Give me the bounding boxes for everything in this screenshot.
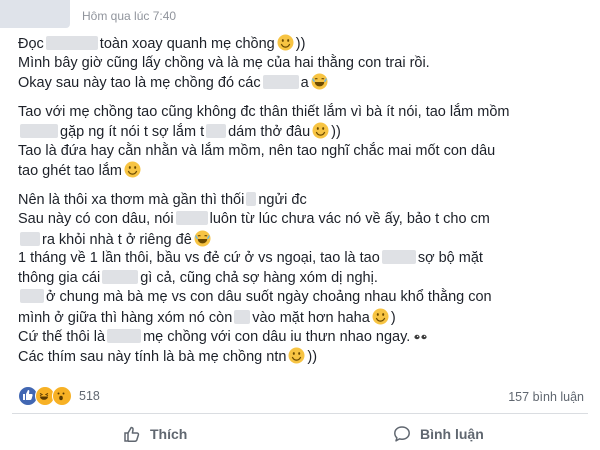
post-line: Tao với mẹ chồng tao cũng không đc thân … — [18, 103, 588, 123]
redacted-word — [246, 191, 257, 206]
post-line: gặp ng ít nói t sợ lắm t dám thở đâu)) — [18, 122, 588, 142]
post-text: ngửi đc — [258, 191, 307, 208]
post-line: ở chung mà bà mẹ vs con dâu suốt ngày ch… — [18, 288, 588, 308]
post-text: )) — [295, 36, 306, 52]
post-text: Sau này có con dâu, nói — [18, 211, 174, 227]
action-divider — [12, 413, 588, 414]
redacted-word — [102, 269, 139, 284]
post-actions: Thích Bình luận — [0, 416, 600, 450]
post-paragraph: Tao với mẹ chồng tao cũng không đc thân … — [18, 103, 588, 181]
post-text: )) — [307, 348, 318, 365]
redacted-word — [262, 75, 299, 89]
comment-count[interactable]: 157 bình luận — [508, 390, 584, 404]
post-text: tao ghét tao lắm — [18, 163, 122, 179]
redacted-word — [206, 124, 227, 138]
post-text: ra khỏi nhà t ở riêng đê — [42, 231, 192, 248]
post-text: toàn xoay quanh mẹ chồng — [99, 36, 275, 52]
post-text: Tao với mẹ chồng tao cũng không đc thân … — [18, 103, 510, 120]
post-line: mình ở giữa thì hàng xóm nó còn vào mặt h… — [18, 308, 588, 328]
redacted-word — [381, 250, 416, 264]
redacted-word — [20, 231, 40, 246]
eyes-emoji-icon — [412, 327, 429, 351]
post-text: Okay sau này tao là mẹ chồng đó các — [18, 75, 261, 91]
comment-bubble-icon — [394, 426, 410, 442]
comment-label: Bình luận — [420, 426, 484, 442]
like-label: Thích — [150, 426, 188, 442]
post-text: mình ở giữa thì hàng xóm nó còn — [18, 309, 233, 326]
post-paragraph: Đọc toàn xoay quanh mẹ chồng)) Mình bây gi… — [18, 34, 588, 93]
post-line: Cứ thế thôi là mẹ chồng với con dâu iu th… — [18, 327, 588, 347]
post-text: mẹ chồng với con dâu iu thưn nhao ngay. — [143, 329, 411, 345]
post-body: Đọc toàn xoay quanh mẹ chồng)) Mình bây gi… — [18, 34, 588, 376]
laugh-emoji-icon — [311, 73, 328, 97]
reactions-summary[interactable]: 518 — [18, 386, 100, 406]
post-text: Các thím sau này tính là bà mẹ chồng ntn — [18, 348, 287, 365]
post-text: gì cả, cũng chả sợ hàng xóm dị nghị. — [140, 269, 378, 286]
post-text: luôn từ lúc chưa vác nó về ấy, bảo t cho… — [209, 211, 490, 227]
post-line: Okay sau này tao là mẹ chồng đó các a — [18, 73, 588, 93]
post-text: ) — [390, 309, 396, 326]
thumbs-up-icon — [124, 426, 140, 442]
post-text: gặp ng ít nói t sợ lắm t — [60, 124, 205, 140]
redacted-word — [107, 329, 142, 343]
post-text: dám thở đâu — [228, 124, 311, 140]
wow-reaction-icon — [52, 386, 72, 406]
post-text: Mình bây giờ cũng lấy chồng và là mẹ của… — [18, 54, 430, 71]
post-line: 1 tháng về 1 lần thôi, bầu vs đẻ cứ ở vs… — [18, 249, 588, 269]
like-button[interactable]: Thích — [122, 420, 187, 448]
redacted-word — [234, 309, 251, 324]
smile-emoji-icon — [124, 161, 141, 185]
smile-emoji-icon — [288, 347, 305, 371]
post-text: Đọc — [18, 36, 44, 52]
post-text: )) — [331, 124, 341, 140]
post-text: sợ bộ mặt — [417, 250, 483, 266]
post-line: thông gia cái gì cả, cũng chả sợ hàng xóm… — [18, 269, 588, 289]
post-text: Cứ thế thôi là — [18, 329, 106, 345]
post-line: Các thím sau này tính là bà mẹ chồng ntn… — [18, 347, 588, 367]
post-header: Hôm qua lúc 7:40 — [0, 0, 600, 34]
post-text: 1 tháng về 1 lần thôi, bầu vs đẻ cứ ở vs… — [18, 250, 380, 266]
post-text: ở chung mà bà mẹ vs con dâu suốt ngày ch… — [46, 289, 492, 305]
post-text: a — [300, 75, 309, 91]
redacted-word — [20, 289, 44, 303]
post-line: Đọc toàn xoay quanh mẹ chồng)) — [18, 34, 588, 54]
post-line: ra khỏi nhà t ở riêng đê — [18, 230, 588, 250]
author-avatar[interactable] — [0, 0, 70, 28]
post-line: Nên là thôi xa thơm mà gần thì thối ngửi … — [18, 191, 588, 211]
post-timestamp[interactable]: Hôm qua lúc 7:40 — [82, 9, 176, 23]
comment-button[interactable]: Bình luận — [392, 420, 484, 448]
post-text: Nên là thôi xa thơm mà gần thì thối — [18, 191, 245, 208]
post-text: thông gia cái — [18, 269, 101, 286]
post-stats: 518 157 bình luận — [18, 384, 584, 408]
post-text: Tao là đứa hay cằn nhằn và lắm mồm, nên … — [18, 142, 496, 159]
redacted-word — [20, 124, 58, 138]
post-text: vào mặt hơn haha — [252, 309, 370, 326]
post-line: Mình bây giờ cũng lấy chồng và là mẹ của… — [18, 54, 588, 74]
redacted-word — [45, 36, 98, 50]
post-line: Sau này có con dâu, nói luôn từ lúc chưa … — [18, 210, 588, 230]
post-paragraph: Nên là thôi xa thơm mà gần thì thối ngửi … — [18, 191, 588, 367]
post-line: tao ghét tao lắm — [18, 161, 588, 181]
redacted-word — [175, 211, 208, 225]
post-line: Tao là đứa hay cằn nhằn và lắm mồm, nên … — [18, 142, 588, 162]
reaction-count: 518 — [79, 389, 100, 403]
